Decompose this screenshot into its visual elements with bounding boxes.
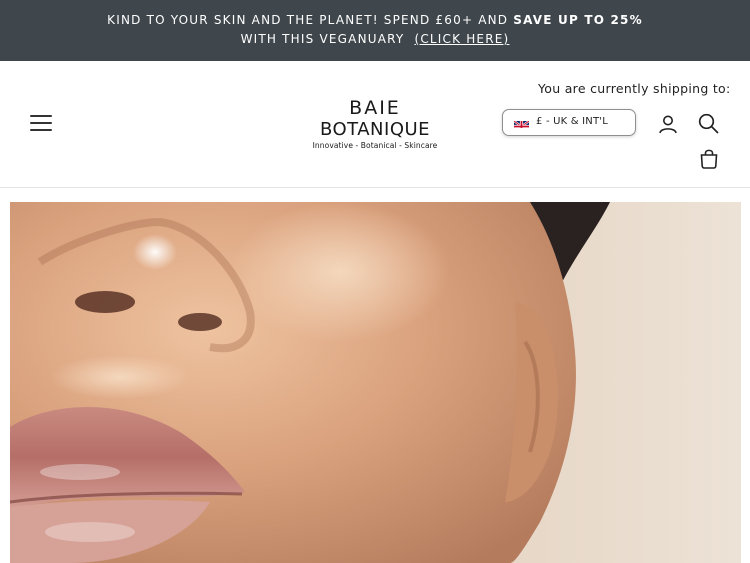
currency-selector[interactable]: £ - UK & INT'L	[502, 109, 636, 136]
uk-flag-icon	[514, 117, 529, 128]
currency-label: £ - UK & INT'L	[536, 116, 609, 127]
search-icon[interactable]	[698, 113, 719, 134]
logo-tagline: Innovative - Botanical - Skincare	[312, 141, 438, 150]
logo-line-1: BAIE	[349, 97, 401, 119]
site-header: BAIE BOTANIQUE Innovative - Botanical - …	[0, 61, 750, 188]
announcement-text-2: WITH THIS VEGANUARY	[240, 32, 405, 46]
site-logo[interactable]: BAIE BOTANIQUE Innovative - Botanical - …	[309, 97, 441, 151]
account-icon[interactable]	[658, 114, 678, 134]
bag-icon[interactable]	[699, 148, 719, 169]
shipping-label: You are currently shipping to:	[538, 81, 731, 96]
announcement-bar: KIND TO YOUR SKIN AND THE PLANET! SPEND …	[0, 0, 750, 61]
announcement-text: KIND TO YOUR SKIN AND THE PLANET! SPEND …	[107, 13, 514, 27]
logo-line-2: BOTANIQUE	[319, 119, 431, 140]
hamburger-menu-icon[interactable]	[30, 115, 52, 131]
announcement-cta-link[interactable]: (CLICK HERE)	[414, 32, 509, 46]
announcement-line-1: KIND TO YOUR SKIN AND THE PLANET! SPEND …	[0, 11, 750, 30]
announcement-highlight: SAVE UP TO 25%	[513, 13, 643, 27]
announcement-line-2: WITH THIS VEGANUARY (CLICK HERE)	[0, 30, 750, 49]
hero-image[interactable]	[10, 202, 741, 563]
